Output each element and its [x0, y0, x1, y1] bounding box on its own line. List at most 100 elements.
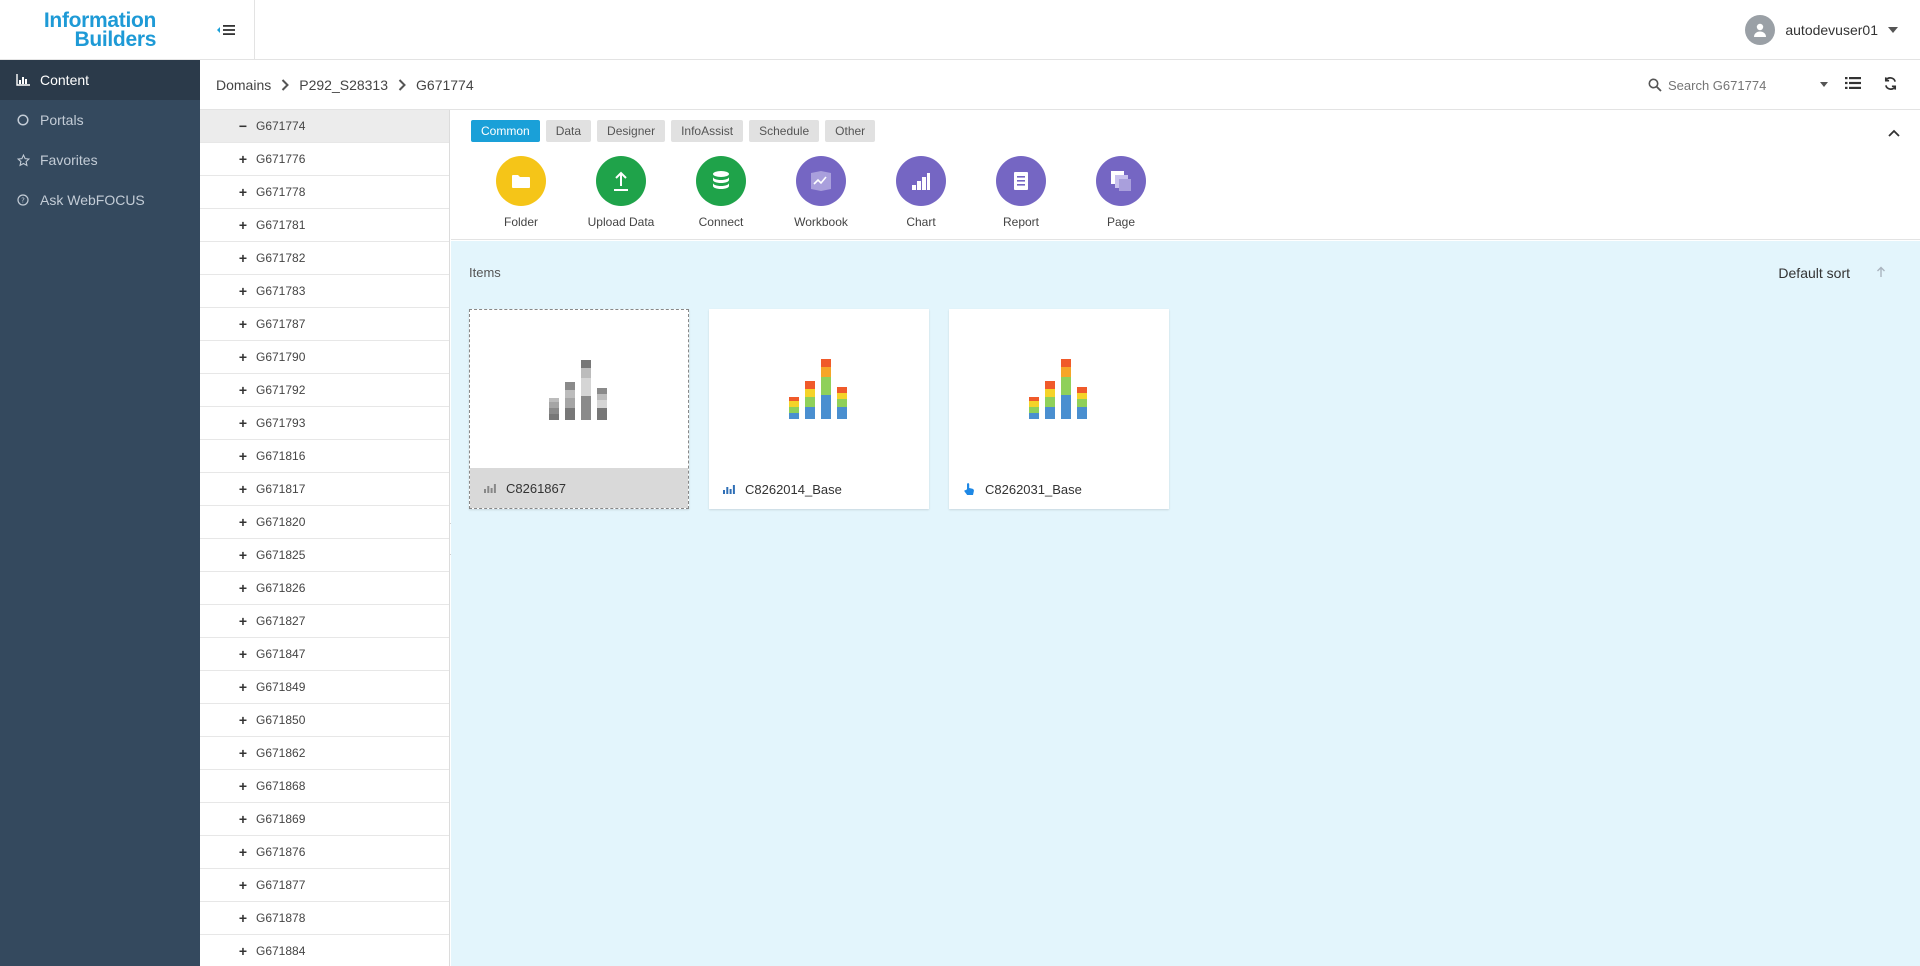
search-scope-dropdown[interactable] [1820, 82, 1828, 87]
expand-icon[interactable]: + [236, 679, 250, 695]
item-card[interactable]: C8261867 [469, 309, 689, 509]
workbook-button[interactable]: Workbook [771, 156, 871, 229]
nav-item-portals[interactable]: Portals [0, 100, 200, 140]
expand-icon[interactable]: + [236, 382, 250, 398]
chevron-right-icon [281, 79, 290, 91]
expand-icon[interactable]: + [236, 514, 250, 530]
tree-item[interactable]: + G671868 [200, 770, 449, 803]
tree-item[interactable]: + G671787 [200, 308, 449, 341]
tree-item[interactable]: + G671793 [200, 407, 449, 440]
expand-icon[interactable]: + [236, 349, 250, 365]
expand-icon[interactable]: + [236, 778, 250, 794]
item-card[interactable]: C8262014_Base [709, 309, 929, 509]
tree-item[interactable]: + G671817 [200, 473, 449, 506]
tab-designer[interactable]: Designer [597, 120, 666, 142]
folder-icon [496, 156, 546, 206]
sort-ascending-icon[interactable] [1876, 265, 1886, 281]
page-button[interactable]: Page [1071, 156, 1171, 229]
nav-item-ask-webfocus[interactable]: ? Ask WebFOCUS [0, 180, 200, 220]
expand-icon[interactable]: + [236, 316, 250, 332]
tab-data[interactable]: Data [545, 120, 592, 142]
tree-item[interactable]: + G671776 [200, 143, 449, 176]
user-menu[interactable]: autodevuser01 [1745, 14, 1898, 46]
tree-item[interactable]: + G671847 [200, 638, 449, 671]
sort-control[interactable]: Default sort [1778, 265, 1886, 281]
expand-icon[interactable]: + [236, 250, 250, 266]
tree-item[interactable]: + G671877 [200, 869, 449, 902]
tree-item-label: G671847 [256, 647, 306, 661]
expand-icon[interactable]: + [236, 580, 250, 596]
tool-label: Chart [906, 215, 936, 229]
chart-button[interactable]: Chart [871, 156, 971, 229]
expand-icon[interactable]: + [236, 712, 250, 728]
tree-item[interactable]: + G671878 [200, 902, 449, 935]
expand-icon[interactable]: + [236, 811, 250, 827]
refresh-icon[interactable] [1883, 76, 1898, 96]
tab-schedule[interactable]: Schedule [749, 120, 820, 142]
tree-item[interactable]: + G671792 [200, 374, 449, 407]
expand-icon[interactable]: + [236, 217, 250, 233]
tool-label: Page [1106, 215, 1136, 229]
item-card[interactable]: C8262031_Base [949, 309, 1169, 509]
expand-icon[interactable]: + [236, 151, 250, 167]
expand-icon[interactable]: + [236, 745, 250, 761]
expand-icon[interactable]: + [236, 877, 250, 893]
expand-icon[interactable]: + [236, 910, 250, 926]
tab-infoassist[interactable]: InfoAssist [671, 120, 744, 142]
expand-icon[interactable]: + [236, 844, 250, 860]
breadcrumb-item-workspace[interactable]: P292_S28313 [299, 77, 388, 93]
tree-item[interactable]: + G671862 [200, 737, 449, 770]
breadcrumb-item-domains[interactable]: Domains [216, 77, 271, 93]
tree-item[interactable]: + G671825 [200, 539, 449, 572]
nav-item-favorites[interactable]: Favorites [0, 140, 200, 180]
tree-item-label: G671774 [256, 119, 306, 133]
report-button[interactable]: Report [971, 156, 1071, 229]
card-footer: C8262014_Base [709, 469, 929, 509]
tree-item[interactable]: − G671774 [200, 110, 449, 143]
expand-icon[interactable]: + [236, 448, 250, 464]
tree-item-label: G671878 [256, 911, 306, 925]
search-input[interactable] [1668, 77, 1778, 93]
tree-item[interactable]: + G671820 [200, 506, 449, 539]
folder-button[interactable]: Folder [471, 156, 571, 229]
top-bar: autodevuser01 [200, 0, 1920, 60]
breadcrumb-item-current[interactable]: G671774 [416, 77, 474, 93]
color-chart-thumbnail [709, 309, 929, 469]
chevron-up-icon[interactable] [1888, 124, 1900, 142]
database-icon [696, 156, 746, 206]
tree-item[interactable]: + G671869 [200, 803, 449, 836]
connect-button[interactable]: Connect [671, 156, 771, 229]
expand-icon[interactable]: + [236, 943, 250, 959]
tab-other[interactable]: Other [825, 120, 876, 142]
tool-label: Report [1002, 215, 1040, 229]
tree-item-label: G671825 [256, 548, 306, 562]
expand-icon[interactable]: + [236, 283, 250, 299]
tree-item[interactable]: + G671782 [200, 242, 449, 275]
expand-icon[interactable]: + [236, 415, 250, 431]
expand-icon[interactable]: + [236, 646, 250, 662]
expand-icon[interactable]: + [236, 547, 250, 563]
list-view-icon[interactable] [1845, 76, 1861, 95]
tree-item[interactable]: + G671826 [200, 572, 449, 605]
expand-icon[interactable]: + [236, 481, 250, 497]
collapse-icon[interactable]: − [236, 118, 250, 134]
brand-logo[interactable]: Information Builders [0, 0, 200, 60]
tree-item[interactable]: + G671850 [200, 704, 449, 737]
tree-item[interactable]: + G671790 [200, 341, 449, 374]
tree-item[interactable]: + G671827 [200, 605, 449, 638]
menu-toggle-button[interactable] [200, 0, 255, 60]
tree-item[interactable]: + G671849 [200, 671, 449, 704]
upload-data-button[interactable]: Upload Data [571, 156, 671, 229]
tree-item[interactable]: + G671781 [200, 209, 449, 242]
nav-item-content[interactable]: Content [0, 60, 200, 100]
expand-icon[interactable]: + [236, 613, 250, 629]
tree-item[interactable]: + G671876 [200, 836, 449, 869]
chart-icon [896, 156, 946, 206]
card-title: C8261867 [506, 480, 566, 496]
tree-item[interactable]: + G671778 [200, 176, 449, 209]
tree-item[interactable]: + G671816 [200, 440, 449, 473]
tab-common[interactable]: Common [471, 120, 540, 142]
tree-item[interactable]: + G671884 [200, 935, 449, 966]
expand-icon[interactable]: + [236, 184, 250, 200]
tree-item[interactable]: + G671783 [200, 275, 449, 308]
